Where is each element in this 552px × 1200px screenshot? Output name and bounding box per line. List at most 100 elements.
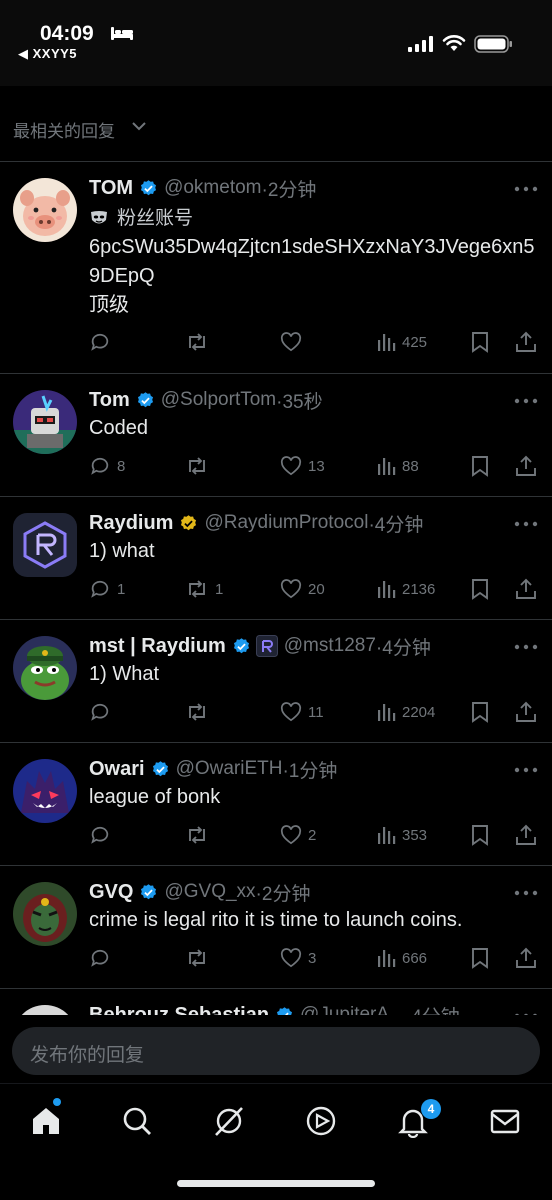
reply-tweet[interactable]: TOM @okmetom ·2分钟 粉丝账号 6pcSWu35Dw4qZjtcn… bbox=[0, 162, 552, 374]
avatar[interactable] bbox=[13, 513, 77, 577]
tweet-actions: 3 666 bbox=[89, 946, 538, 974]
tweet-body: Raydium @RaydiumProtocol ·4分钟 1) what bbox=[89, 510, 538, 566]
views-button[interactable]: 666 bbox=[376, 946, 427, 970]
views-button[interactable]: 2204 bbox=[376, 700, 435, 724]
bookmark-button[interactable] bbox=[471, 700, 489, 724]
more-options-icon[interactable] bbox=[514, 644, 538, 650]
views-button[interactable]: 353 bbox=[376, 823, 427, 847]
avatar[interactable] bbox=[13, 178, 77, 242]
reply-composer-input[interactable]: 发布你的回复 bbox=[12, 1027, 540, 1075]
reply-tweet[interactable]: Owari @OwariETH ·1分钟 league of bonk 2 35… bbox=[0, 743, 552, 866]
reply-tweet[interactable]: Raydium @RaydiumProtocol ·4分钟 1) what 1 … bbox=[0, 497, 552, 620]
bookmark-button[interactable] bbox=[471, 577, 489, 601]
repost-button[interactable]: 1 bbox=[185, 577, 223, 601]
reply-composer-placeholder[interactable]: 发布你的回复 bbox=[30, 1040, 144, 1067]
tweet-body: TOM @okmetom ·2分钟 粉丝账号 6pcSWu35Dw4qZjtcn… bbox=[89, 175, 538, 320]
share-button[interactable] bbox=[515, 946, 537, 970]
repost-button[interactable] bbox=[185, 454, 215, 478]
reply-tweet[interactable]: mst | Raydium @mst1287 ·4分钟 1) What 11 2… bbox=[0, 620, 552, 743]
share-button[interactable] bbox=[515, 577, 537, 601]
reply-button[interactable] bbox=[89, 946, 117, 970]
tweet-time: ·2分钟 bbox=[261, 179, 317, 201]
video-icon[interactable] bbox=[304, 1104, 338, 1138]
reply-tweet[interactable]: Tom @SolportTom ·35秒 Coded 8 13 88 bbox=[0, 374, 552, 497]
author-name[interactable]: Raydium bbox=[89, 512, 173, 535]
like-count: 20 bbox=[308, 580, 325, 598]
avatar[interactable] bbox=[13, 390, 77, 454]
reply-button[interactable]: 8 bbox=[89, 454, 125, 478]
like-button[interactable] bbox=[280, 330, 308, 354]
author-handle[interactable]: @OwariETH bbox=[176, 758, 283, 780]
mail-icon[interactable] bbox=[488, 1104, 522, 1138]
bookmark-button[interactable] bbox=[471, 823, 489, 847]
reply-sort-label[interactable]: 最相关的回复 bbox=[13, 117, 115, 142]
author-name[interactable]: Owari bbox=[89, 758, 145, 781]
author-name[interactable]: TOM bbox=[89, 177, 133, 200]
more-options-icon[interactable] bbox=[514, 890, 538, 896]
verified-badge-icon bbox=[141, 179, 157, 195]
views-button[interactable]: 425 bbox=[376, 330, 427, 354]
reply-button[interactable] bbox=[89, 823, 117, 847]
author-handle[interactable]: @okmetom bbox=[164, 177, 261, 199]
more-options-icon[interactable] bbox=[514, 767, 538, 773]
like-button[interactable]: 2 bbox=[280, 823, 316, 847]
share-button[interactable] bbox=[515, 823, 537, 847]
bookmark-button[interactable] bbox=[471, 330, 489, 354]
author-name[interactable]: Behrouz Sebastian bbox=[89, 1004, 269, 1016]
author-handle[interactable]: @SolportTom bbox=[161, 389, 276, 411]
like-button[interactable]: 13 bbox=[280, 454, 325, 478]
reply-button[interactable] bbox=[89, 330, 117, 354]
repost-button[interactable] bbox=[185, 700, 215, 724]
bookmark-button[interactable] bbox=[471, 454, 489, 478]
reply-tweet[interactable]: GVQ @GVQ_xx ·2分钟 crime is legal rito it … bbox=[0, 866, 552, 989]
affiliate-raydium-icon[interactable] bbox=[255, 635, 278, 657]
more-options-icon[interactable] bbox=[514, 186, 538, 192]
like-count: 3 bbox=[308, 949, 317, 967]
tweet-body: Behrouz Sebastian @JupiterA... ·4分钟 bbox=[89, 1002, 538, 1015]
repost-button[interactable] bbox=[185, 823, 215, 847]
like-button[interactable]: 3 bbox=[280, 946, 316, 970]
reply-button[interactable]: 1 bbox=[89, 577, 125, 601]
reply-sort-bar[interactable]: 最相关的回复 bbox=[0, 86, 552, 162]
author-name[interactable]: mst | Raydium bbox=[89, 635, 226, 658]
author-name[interactable]: Tom bbox=[89, 389, 130, 412]
grok-icon[interactable] bbox=[212, 1104, 246, 1138]
views-button[interactable]: 2136 bbox=[376, 577, 435, 601]
avatar[interactable] bbox=[13, 636, 77, 700]
more-options-icon[interactable] bbox=[514, 521, 538, 527]
like-button[interactable]: 20 bbox=[280, 577, 325, 601]
repost-icon bbox=[189, 826, 205, 844]
avatar[interactable] bbox=[13, 882, 77, 946]
back-to-app-link[interactable]: ◀ XXYY5 bbox=[18, 46, 77, 62]
tweet-text: 6pcSWu35Dw4qZjtcn1sdeSHXzxNaY3JVege6xn59… bbox=[89, 236, 535, 316]
avatar[interactable] bbox=[13, 1005, 77, 1015]
bookmark-button[interactable] bbox=[471, 946, 489, 970]
verified-badge-icon bbox=[141, 883, 157, 899]
author-name[interactable]: GVQ bbox=[89, 881, 133, 904]
home-icon[interactable] bbox=[29, 1104, 63, 1138]
share-button[interactable] bbox=[515, 330, 537, 354]
more-options-icon[interactable] bbox=[514, 398, 538, 404]
more-options-icon[interactable] bbox=[514, 1013, 538, 1015]
bookmark-icon bbox=[472, 332, 488, 353]
author-handle[interactable]: @mst1287 bbox=[284, 635, 376, 657]
author-handle[interactable]: @RaydiumProtocol bbox=[204, 512, 368, 534]
author-handle[interactable]: @JupiterA... bbox=[300, 1004, 405, 1015]
tweet-time: ·4分钟 bbox=[405, 1002, 460, 1016]
verified-gold-badge-icon bbox=[181, 514, 197, 530]
author-handle[interactable]: @GVQ_xx bbox=[164, 881, 255, 903]
reply-feed[interactable]: TOM @okmetom ·2分钟 粉丝账号 6pcSWu35Dw4qZjtcn… bbox=[0, 162, 552, 1015]
like-button[interactable]: 11 bbox=[280, 700, 324, 724]
repost-button[interactable] bbox=[185, 946, 215, 970]
share-button[interactable] bbox=[515, 454, 537, 478]
reply-tweet[interactable]: Behrouz Sebastian @JupiterA... ·4分钟 bbox=[0, 989, 552, 1015]
repost-button[interactable] bbox=[185, 330, 215, 354]
reply-icon bbox=[91, 580, 109, 598]
avatar[interactable] bbox=[13, 759, 77, 823]
search-icon[interactable] bbox=[120, 1104, 154, 1138]
chevron-down-icon[interactable] bbox=[131, 120, 147, 132]
reply-button[interactable] bbox=[89, 700, 117, 724]
views-count: 353 bbox=[402, 826, 428, 844]
views-button[interactable]: 88 bbox=[376, 454, 419, 478]
share-button[interactable] bbox=[515, 700, 537, 724]
